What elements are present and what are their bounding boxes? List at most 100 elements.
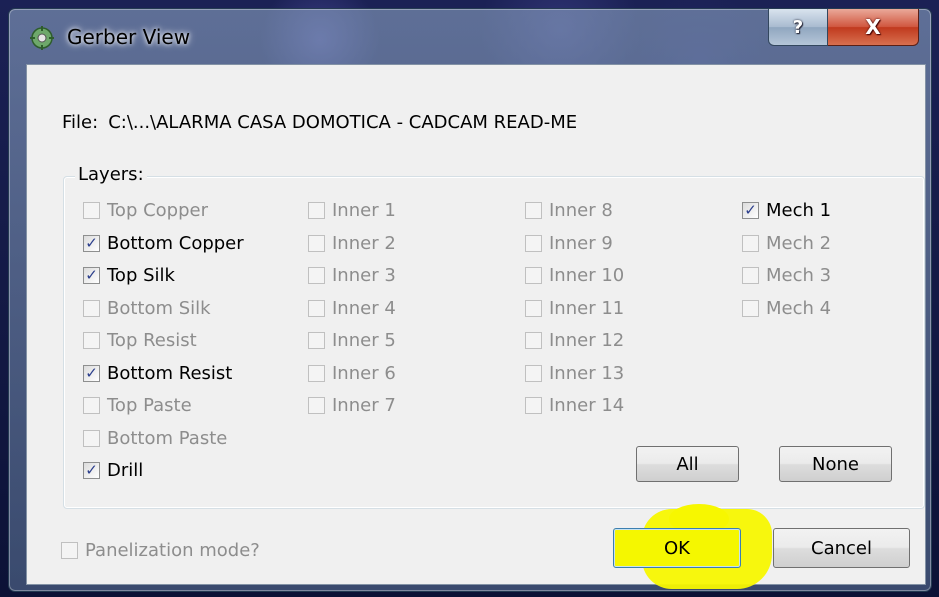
help-icon: ? (792, 16, 804, 38)
layer-checkbox-inner-7[interactable]: Inner 7 (308, 395, 396, 416)
layer-label: Top Paste (107, 395, 192, 416)
layer-label: Mech 2 (766, 233, 832, 254)
layer-label: Inner 3 (332, 265, 396, 286)
checkbox-box[interactable] (525, 267, 542, 284)
checkbox-box[interactable] (525, 235, 542, 252)
layer-label: Inner 1 (332, 200, 396, 221)
checkbox-box[interactable] (525, 202, 542, 219)
file-path: C:\...\ALARMA CASA DOMOTICA - CADCAM REA… (108, 112, 578, 133)
dialog-client-area: File: C:\...\ALARMA CASA DOMOTICA - CADCA… (26, 64, 926, 585)
layer-label: Top Resist (107, 330, 197, 351)
checkbox-box[interactable] (308, 235, 325, 252)
checkbox-box[interactable] (83, 202, 100, 219)
layer-label: Inner 6 (332, 363, 396, 384)
ok-button-label: OK (664, 537, 690, 559)
checkbox-box[interactable] (308, 300, 325, 317)
ok-button[interactable]: OK (613, 528, 741, 568)
layer-checkbox-inner-1[interactable]: Inner 1 (308, 200, 396, 221)
layer-label: Inner 11 (549, 298, 625, 319)
layer-checkbox-inner-14[interactable]: Inner 14 (525, 395, 624, 416)
layer-checkbox-inner-10[interactable]: Inner 10 (525, 265, 624, 286)
layer-label: Mech 3 (766, 265, 832, 286)
gerber-view-dialog: Gerber View ? X File: C:\...\ALARMA CASA … (8, 8, 932, 592)
checkmark-icon[interactable]: ✓ (83, 462, 100, 479)
layer-checkbox-inner-13[interactable]: Inner 13 (525, 363, 624, 384)
window-title: Gerber View (67, 25, 191, 49)
checkbox-box[interactable] (83, 332, 100, 349)
close-button[interactable]: X (828, 9, 919, 46)
checkmark-icon[interactable]: ✓ (83, 365, 100, 382)
layer-checkbox-inner-4[interactable]: Inner 4 (308, 298, 396, 319)
layer-checkbox-mech-2[interactable]: Mech 2 (742, 233, 831, 254)
file-label: File: (62, 112, 99, 133)
checkbox-box[interactable] (83, 397, 100, 414)
layer-checkbox-bottom-copper[interactable]: ✓ Bottom Copper (83, 233, 244, 254)
layer-checkbox-bottom-resist[interactable]: ✓ Bottom Resist (83, 363, 232, 384)
layers-legend: Layers: (75, 164, 147, 185)
checkbox-box[interactable] (742, 267, 759, 284)
layer-label: Inner 13 (549, 363, 625, 384)
layer-label: Bottom Paste (107, 428, 228, 449)
checkmark-icon[interactable]: ✓ (742, 202, 759, 219)
layer-label: Bottom Copper (107, 233, 244, 254)
none-button[interactable]: None (779, 446, 892, 482)
none-button-label: None (812, 453, 859, 475)
layer-checkbox-mech-3[interactable]: Mech 3 (742, 265, 831, 286)
layer-checkbox-top-copper[interactable]: Top Copper (83, 200, 208, 221)
layer-label: Bottom Resist (107, 363, 233, 384)
layer-label: Inner 2 (332, 233, 396, 254)
checkbox-box[interactable] (308, 202, 325, 219)
checkbox-box[interactable] (525, 300, 542, 317)
checkbox-box[interactable] (83, 430, 100, 447)
checkbox-box[interactable] (742, 300, 759, 317)
layer-checkbox-bottom-silk[interactable]: Bottom Silk (83, 298, 211, 319)
layer-label: Inner 8 (549, 200, 613, 221)
file-row: File: C:\...\ALARMA CASA DOMOTICA - CADCA… (62, 112, 577, 133)
layer-label: Inner 7 (332, 395, 396, 416)
layer-checkbox-inner-9[interactable]: Inner 9 (525, 233, 613, 254)
layer-label: Inner 4 (332, 298, 396, 319)
layer-checkbox-inner-8[interactable]: Inner 8 (525, 200, 613, 221)
checkbox-box[interactable] (742, 235, 759, 252)
layer-checkbox-top-paste[interactable]: Top Paste (83, 395, 192, 416)
layer-label: Bottom Silk (107, 298, 211, 319)
layer-checkbox-inner-6[interactable]: Inner 6 (308, 363, 396, 384)
layer-checkbox-inner-11[interactable]: Inner 11 (525, 298, 624, 319)
checkbox-box[interactable] (525, 397, 542, 414)
layer-checkbox-inner-3[interactable]: Inner 3 (308, 265, 396, 286)
checkmark-icon[interactable]: ✓ (83, 235, 100, 252)
close-icon: X (865, 15, 881, 39)
layer-label: Top Silk (107, 265, 175, 286)
all-button[interactable]: All (636, 446, 739, 482)
title-bar[interactable]: Gerber View ? X (9, 9, 931, 65)
layer-checkbox-inner-12[interactable]: Inner 12 (525, 330, 624, 351)
help-button[interactable]: ? (768, 9, 828, 46)
layer-checkbox-drill[interactable]: ✓ Drill (83, 460, 143, 481)
layer-checkbox-inner-5[interactable]: Inner 5 (308, 330, 396, 351)
layer-checkbox-inner-2[interactable]: Inner 2 (308, 233, 396, 254)
checkbox-box[interactable] (525, 332, 542, 349)
checkbox-box[interactable] (308, 397, 325, 414)
panelization-checkbox[interactable]: Panelization mode? (61, 540, 260, 561)
checkbox-box[interactable] (308, 332, 325, 349)
panelization-label: Panelization mode? (85, 540, 260, 561)
checkbox-box[interactable] (308, 365, 325, 382)
checkbox-box[interactable] (83, 300, 100, 317)
checkbox-box[interactable] (308, 267, 325, 284)
cancel-button-label: Cancel (811, 537, 872, 559)
cancel-button[interactable]: Cancel (773, 528, 910, 568)
layer-checkbox-mech-4[interactable]: Mech 4 (742, 298, 831, 319)
layer-label: Top Copper (107, 200, 209, 221)
layer-checkbox-top-silk[interactable]: ✓ Top Silk (83, 265, 175, 286)
layer-label: Inner 10 (549, 265, 625, 286)
checkmark-icon[interactable]: ✓ (83, 267, 100, 284)
panelization-box[interactable] (61, 542, 78, 559)
layer-label: Inner 5 (332, 330, 396, 351)
layer-checkbox-mech-1[interactable]: ✓ Mech 1 (742, 200, 831, 221)
layer-checkbox-top-resist[interactable]: Top Resist (83, 330, 197, 351)
layer-checkbox-bottom-paste[interactable]: Bottom Paste (83, 428, 227, 449)
layer-label: Inner 9 (549, 233, 613, 254)
all-button-label: All (676, 453, 699, 475)
checkbox-box[interactable] (525, 365, 542, 382)
layer-label: Inner 14 (549, 395, 625, 416)
